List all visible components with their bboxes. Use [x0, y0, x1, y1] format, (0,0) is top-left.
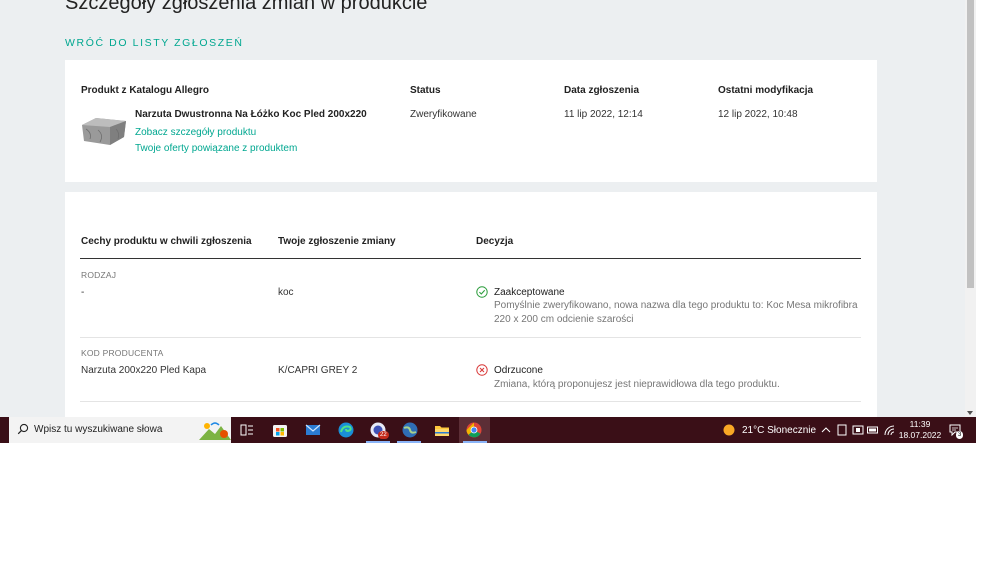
running-indicator [397, 441, 421, 443]
back-to-list-link[interactable]: WRÓĆ DO LISTY ZGŁOSZEŃ [65, 37, 244, 49]
status-header: Status [410, 85, 441, 96]
battery-icon[interactable] [867, 425, 879, 435]
current-attributes-header: Cechy produktu w chwili zgłoszenia [81, 236, 252, 247]
attribute-name: KOD PRODUCENTA [81, 348, 164, 358]
current-value: - [81, 287, 85, 298]
chrome-icon[interactable] [465, 421, 483, 439]
changes-card: Cechy produktu w chwili zgłoszenia Twoje… [65, 192, 877, 417]
created-date-header: Data zgłoszenia [564, 85, 640, 96]
file-explorer-icon[interactable] [433, 421, 451, 439]
clock-time: 11:39 [909, 419, 931, 429]
product-details-link[interactable]: Zobacz szczegóły produktu [135, 127, 256, 138]
summary-card: Produkt z Katalogu Allegro Status Data z… [65, 60, 877, 182]
current-value: Narzuta 200x220 Pled Kapa [81, 365, 207, 376]
notification-count-badge: 3 [956, 431, 964, 439]
page-title: Szczegóły zgłoszenia zmian w produkcie [65, 0, 428, 14]
header-divider [80, 258, 861, 259]
taskbar-clock[interactable]: 11:39 18.07.2022 [896, 419, 944, 441]
browser-viewport: Szczegóły zgłoszenia zmian w produkcie W… [0, 0, 976, 417]
row-divider [80, 337, 861, 338]
chat-notification-badge: 22 [378, 431, 389, 439]
meet-now-icon[interactable] [852, 424, 864, 436]
status-value: Zweryfikowane [410, 109, 477, 120]
proposed-value: koc [278, 287, 294, 298]
search-highlight-icon [199, 422, 231, 440]
clock-date: 18.07.2022 [898, 430, 942, 440]
product-thumbnail[interactable] [80, 115, 128, 147]
sun-weather-icon[interactable] [723, 424, 735, 436]
modified-date-value: 12 lip 2022, 10:48 [718, 109, 798, 120]
product-name: Narzuta Dwustronna Na Łóżko Koc Pled 200… [135, 109, 367, 120]
product-header: Produkt z Katalogu Allegro [81, 85, 209, 96]
modified-date-header: Ostatni modyfikacja [718, 85, 814, 96]
device-icon[interactable] [837, 424, 847, 436]
proposed-value: K/CAPRI GREY 2 [278, 365, 358, 376]
row-divider [80, 401, 861, 402]
taskbar-search-box[interactable]: Wpisz tu wyszukiwane słowa [9, 417, 231, 443]
decision-description: Zmiana, którą proponujesz jest nieprawid… [494, 379, 780, 390]
globe-icon[interactable] [401, 421, 419, 439]
decision-label: Zaakceptowane [494, 287, 565, 298]
mail-icon[interactable] [304, 421, 322, 439]
store-icon[interactable] [271, 421, 289, 439]
accepted-check-icon [476, 286, 488, 298]
scrollbar-thumb[interactable] [967, 0, 974, 288]
decision-header: Decyzja [476, 236, 514, 247]
taskbar: Wpisz tu wyszukiwane słowa 22 21°C Słone… [0, 417, 976, 443]
weather-text[interactable]: 21°C Słonecznie [742, 425, 816, 436]
decision-description: Pomyślnie zweryfikowano, nowa nazwa dla … [494, 300, 858, 325]
chevron-up-icon[interactable] [821, 425, 831, 435]
created-date-value: 11 lip 2022, 12:14 [564, 109, 643, 120]
running-indicator [366, 441, 390, 443]
vertical-scrollbar[interactable] [965, 0, 976, 417]
proposed-change-header: Twoje zgłoszenie zmiany [278, 236, 396, 247]
scroll-down-arrow-icon[interactable] [967, 411, 973, 415]
decision-label: Odrzucone [494, 365, 543, 376]
related-offers-link[interactable]: Twoje oferty powiązane z produktem [135, 143, 297, 154]
search-icon [17, 423, 29, 435]
task-view-icon[interactable] [238, 421, 256, 439]
edge-icon[interactable] [337, 421, 355, 439]
attribute-name: RODZAJ [81, 270, 117, 280]
running-indicator [463, 441, 487, 443]
search-placeholder: Wpisz tu wyszukiwane słowa [34, 424, 163, 435]
wifi-icon[interactable] [883, 424, 895, 436]
rejected-x-icon [476, 364, 488, 376]
